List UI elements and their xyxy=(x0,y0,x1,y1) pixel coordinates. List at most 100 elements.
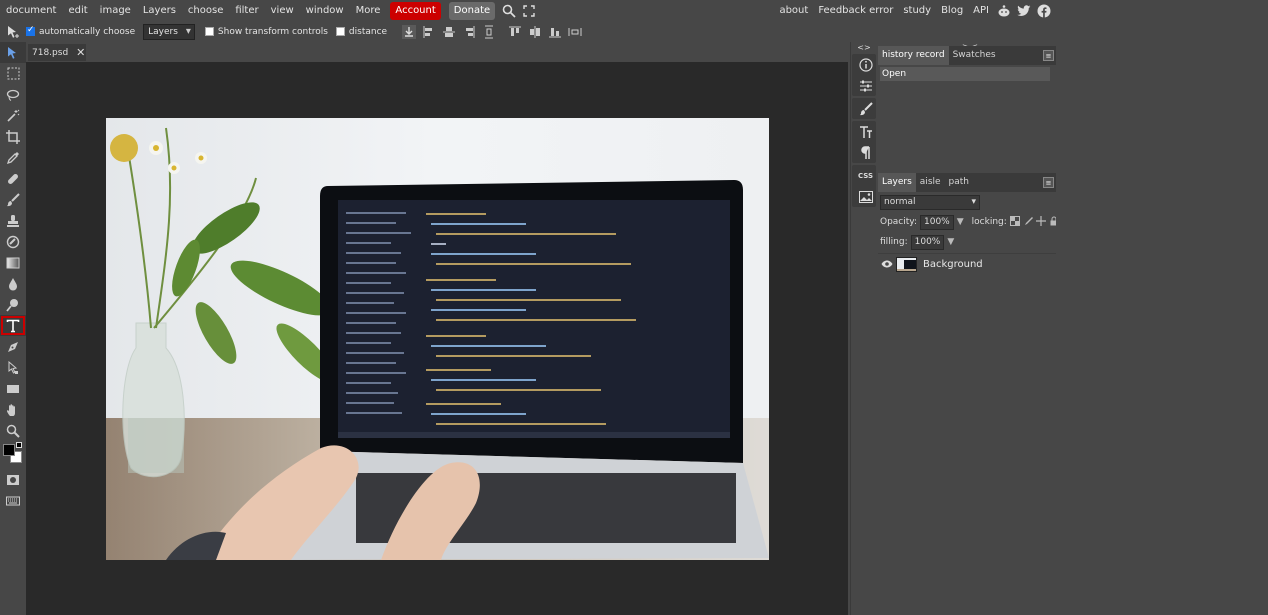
align-top-icon[interactable] xyxy=(505,22,525,42)
move-tool[interactable] xyxy=(0,42,26,63)
facebook-icon[interactable] xyxy=(1034,0,1054,21)
brush-tool[interactable] xyxy=(0,189,26,210)
layer-thumbnail xyxy=(896,256,917,272)
menu-edit[interactable]: edit xyxy=(62,0,93,21)
blur-tool[interactable] xyxy=(0,273,26,294)
healing-brush-tool[interactable] xyxy=(0,168,26,189)
eye-icon[interactable] xyxy=(878,260,896,268)
tab-aisle[interactable]: aisle xyxy=(916,173,945,192)
menu-view[interactable]: view xyxy=(265,0,300,21)
show-transform-check[interactable] xyxy=(204,27,214,36)
crop-tool[interactable] xyxy=(0,126,26,147)
tab-history-record[interactable]: history record xyxy=(878,46,949,65)
menu-choose[interactable]: choose xyxy=(182,0,229,21)
magic-wand-tool[interactable] xyxy=(0,105,26,126)
lock-transparency-icon[interactable] xyxy=(1009,215,1020,229)
hand-tool[interactable] xyxy=(0,399,26,420)
gradient-icon xyxy=(6,257,20,268)
menu-study[interactable]: study xyxy=(898,0,936,21)
fill-label: filling: xyxy=(880,237,908,247)
fill-input[interactable]: 100% xyxy=(910,234,945,250)
menu-api[interactable]: API xyxy=(968,0,994,21)
download-icon[interactable] xyxy=(399,22,419,42)
keyboard-button[interactable] xyxy=(0,490,26,511)
menu-image[interactable]: image xyxy=(94,0,137,21)
history-panel: history record Swatches ≡ Open xyxy=(878,46,1056,166)
gradient-tool[interactable] xyxy=(0,252,26,273)
eyedropper-tool[interactable] xyxy=(0,147,26,168)
auto-choose-checkbox[interactable]: automatically choose xyxy=(26,25,135,37)
foreground-color-swatch[interactable] xyxy=(3,444,15,456)
distribute-horizontal-icon[interactable] xyxy=(565,22,585,42)
zoom-icon xyxy=(6,424,20,438)
css-panel-button[interactable]: CSS xyxy=(853,165,878,186)
marquee-tool[interactable] xyxy=(0,63,26,84)
align-center-icon[interactable] xyxy=(439,22,459,42)
expand-panels-icon[interactable]: <> xyxy=(851,42,877,52)
auto-choose-check[interactable] xyxy=(26,25,35,36)
color-swatches[interactable] xyxy=(0,441,26,469)
distribute-vertical-icon[interactable] xyxy=(479,22,499,42)
swap-colors-icon[interactable] xyxy=(16,442,22,448)
adjustments-panel-button[interactable] xyxy=(853,75,878,96)
reddit-icon[interactable] xyxy=(994,0,1014,21)
dodge-tool[interactable] xyxy=(0,294,26,315)
history-entry[interactable]: Open xyxy=(880,67,1050,81)
tab-path[interactable]: path xyxy=(945,173,973,192)
distance-checkbox[interactable]: distance xyxy=(335,27,387,37)
eyedropper-icon xyxy=(6,151,19,164)
align-bottom-icon[interactable] xyxy=(545,22,565,42)
fullscreen-icon[interactable] xyxy=(519,0,539,21)
align-right-icon[interactable] xyxy=(459,22,479,42)
paragraph-panel-button[interactable] xyxy=(853,142,878,163)
menu-document[interactable]: document xyxy=(0,0,62,21)
search-icon[interactable] xyxy=(499,0,519,21)
clone-stamp-tool[interactable] xyxy=(0,210,26,231)
fill-dropdown-icon[interactable]: ▼ xyxy=(947,237,954,247)
document-canvas-image[interactable] xyxy=(106,118,769,560)
history-panel-menu-icon[interactable]: ≡ xyxy=(1043,50,1054,61)
lock-position-icon[interactable] xyxy=(1035,215,1046,229)
menu-blog[interactable]: Blog xyxy=(936,0,968,21)
distance-check[interactable] xyxy=(335,27,345,36)
account-button[interactable]: Account xyxy=(390,1,441,20)
show-transform-checkbox[interactable]: Show transform controls xyxy=(204,27,328,37)
path-selection-tool[interactable] xyxy=(0,357,26,378)
auto-choose-target-select[interactable]: Layers xyxy=(143,23,195,40)
document-tab[interactable]: 718.psd ✕ xyxy=(28,44,86,61)
menu-filter[interactable]: filter xyxy=(229,0,264,21)
pen-tool[interactable] xyxy=(0,336,26,357)
lock-pixels-icon[interactable] xyxy=(1023,216,1033,229)
menu-window[interactable]: window xyxy=(300,0,350,21)
character-panel-button[interactable] xyxy=(853,121,878,142)
layers-panel-menu-icon[interactable]: ≡ xyxy=(1043,177,1054,188)
menu-layers[interactable]: Layers xyxy=(137,0,182,21)
layers-panel-tabs: Layers aisle path ≡ xyxy=(878,173,1056,192)
image-panel-button[interactable] xyxy=(853,186,878,207)
menu-about[interactable]: about xyxy=(774,0,813,21)
info-panel-button[interactable] xyxy=(853,54,878,75)
opacity-dropdown-icon[interactable]: ▼ xyxy=(957,217,964,227)
quick-mask-button[interactable] xyxy=(0,469,26,490)
tab-swatches[interactable]: Swatches xyxy=(949,46,1000,65)
layer-row[interactable]: Background xyxy=(878,253,1056,274)
strip-group-info xyxy=(852,54,876,96)
laptop-photo xyxy=(106,118,769,560)
bandage-icon xyxy=(8,173,18,184)
tab-layers[interactable]: Layers xyxy=(878,173,916,192)
donate-button[interactable]: Donate xyxy=(448,1,496,20)
type-tool[interactable] xyxy=(0,315,26,336)
align-middle-icon[interactable] xyxy=(525,22,545,42)
menu-more[interactable]: More xyxy=(350,0,387,21)
lasso-tool[interactable] xyxy=(0,84,26,105)
close-document-icon[interactable]: ✕ xyxy=(76,46,85,59)
twitter-icon[interactable] xyxy=(1014,0,1034,21)
align-left-icon[interactable] xyxy=(419,22,439,42)
eraser-tool[interactable] xyxy=(0,231,26,252)
rectangle-tool[interactable] xyxy=(0,378,26,399)
menu-feedback[interactable]: Feedback error xyxy=(813,0,898,21)
blend-mode-select[interactable]: normal ▾ xyxy=(880,194,980,210)
brush-settings-button[interactable] xyxy=(853,98,878,119)
opacity-input[interactable]: 100% xyxy=(920,214,954,230)
zoom-tool[interactable] xyxy=(0,420,26,441)
